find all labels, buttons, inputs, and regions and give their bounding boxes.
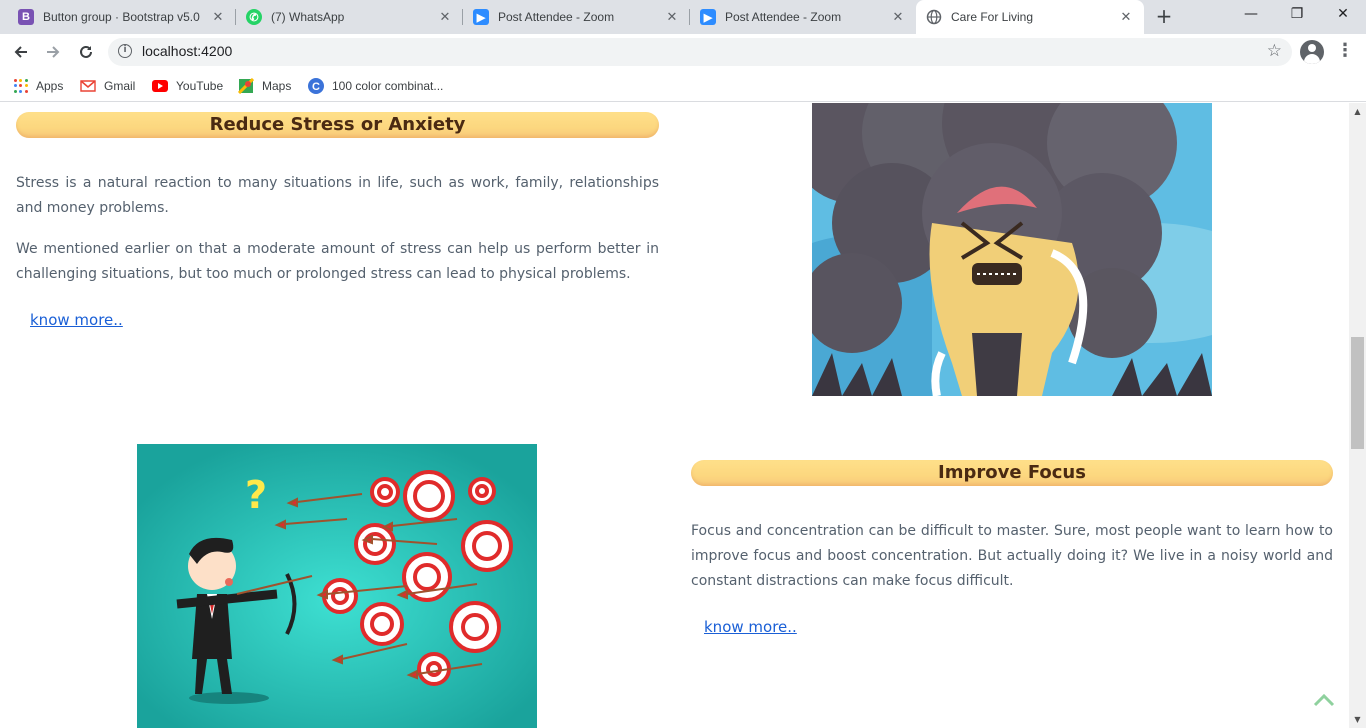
tab-title: (7) WhatsApp (271, 10, 345, 24)
scroll-to-top-icon[interactable] (1312, 690, 1336, 710)
globe-icon (926, 9, 942, 25)
stress-paragraph-1: Stress is a natural reaction to many sit… (16, 175, 659, 216)
bookmark-youtube[interactable]: YouTube (152, 76, 223, 96)
bookmark-apps[interactable]: Apps (14, 76, 63, 96)
forward-arrow-icon (47, 46, 60, 58)
c-logo-icon: C (308, 78, 324, 94)
bookmark-label: Apps (36, 79, 64, 93)
reload-button[interactable] (73, 39, 99, 65)
zoom-icon: ▶ (473, 9, 489, 25)
close-icon[interactable]: ✕ (437, 9, 453, 25)
forward-button[interactable] (40, 39, 66, 65)
maps-icon (238, 78, 254, 94)
url-text: localhost:4200 (142, 43, 233, 59)
tab-bootstrap[interactable]: B Button group · Bootstrap v5.0 ✕ (8, 0, 236, 34)
tab-zoom-2[interactable]: ▶ Post Attendee - Zoom ✕ (690, 0, 916, 34)
bookmark-color-combinations[interactable]: C 100 color combinat... (308, 76, 443, 96)
focus-illustration: ? (137, 444, 537, 728)
stress-illustration (812, 103, 1212, 396)
scrollbar-thumb[interactable] (1351, 337, 1364, 449)
page-viewport: Reduce Stress or Anxiety Stress is a nat… (0, 103, 1349, 728)
bookmark-star-icon[interactable]: ☆ (1267, 41, 1282, 61)
whatsapp-icon: ✆ (246, 9, 262, 25)
apps-grid-icon (14, 79, 28, 93)
bookmark-gmail[interactable]: Gmail (80, 76, 135, 96)
focus-know-more-link[interactable]: know more.. (704, 618, 797, 636)
bookmark-maps[interactable]: Maps (238, 76, 291, 96)
tab-care-for-living[interactable]: Care For Living ✕ (916, 0, 1144, 34)
svg-text:?: ? (245, 473, 267, 517)
bookmarks-bar: Apps Gmail YouTube Maps C 100 color comb… (0, 70, 1366, 102)
tab-title: Post Attendee - Zoom (498, 10, 615, 24)
address-bar[interactable]: i localhost:4200 ☆ (108, 38, 1292, 66)
bootstrap-icon: B (18, 9, 34, 25)
close-icon[interactable]: ✕ (210, 9, 226, 25)
info-icon[interactable]: i (118, 44, 132, 58)
close-icon[interactable]: ✕ (890, 9, 906, 25)
close-window-button[interactable]: ✕ (1320, 0, 1366, 30)
bookmark-label: 100 color combinat... (332, 79, 444, 93)
tab-title: Care For Living (951, 10, 1034, 24)
bookmark-label: YouTube (176, 79, 224, 93)
youtube-icon (152, 80, 168, 92)
close-icon[interactable]: ✕ (1118, 9, 1134, 25)
page-scrollbar[interactable]: ▲ ▼ (1349, 103, 1366, 728)
new-tab-button[interactable]: + (1152, 5, 1176, 29)
back-button[interactable] (8, 39, 34, 65)
focus-paragraph-1: Focus and concentration can be difficult… (691, 523, 1333, 589)
bookmark-label: Gmail (104, 79, 136, 93)
profile-avatar[interactable] (1300, 40, 1324, 64)
scroll-down-arrow-icon[interactable]: ▼ (1349, 711, 1366, 728)
tab-strip: B Button group · Bootstrap v5.0 ✕ ✆ (7) … (0, 0, 1366, 34)
stress-paragraph-2: We mentioned earlier on that a moderate … (16, 241, 659, 282)
stress-section-title: Reduce Stress or Anxiety (16, 112, 659, 138)
restore-button[interactable]: ❐ (1274, 0, 1320, 30)
browser-menu-button[interactable]: ⋮ (1336, 40, 1354, 64)
focus-section-title: Improve Focus (691, 460, 1333, 486)
stress-know-more-link[interactable]: know more.. (30, 311, 123, 329)
svg-text:C: C (312, 81, 320, 93)
minimize-button[interactable]: — (1228, 0, 1274, 30)
tab-whatsapp[interactable]: ✆ (7) WhatsApp ✕ (236, 0, 463, 34)
reload-icon (80, 45, 92, 58)
back-arrow-icon (14, 46, 27, 58)
scroll-up-arrow-icon[interactable]: ▲ (1349, 103, 1366, 120)
bookmark-label: Maps (262, 79, 292, 93)
tab-zoom-1[interactable]: ▶ Post Attendee - Zoom ✕ (463, 0, 690, 34)
close-icon[interactable]: ✕ (664, 9, 680, 25)
tab-title: Button group · Bootstrap v5.0 (43, 10, 200, 24)
gmail-icon (80, 80, 96, 92)
tab-title: Post Attendee - Zoom (725, 10, 842, 24)
browser-toolbar: i localhost:4200 ☆ ⋮ (0, 34, 1366, 70)
zoom-icon: ▶ (700, 9, 716, 25)
